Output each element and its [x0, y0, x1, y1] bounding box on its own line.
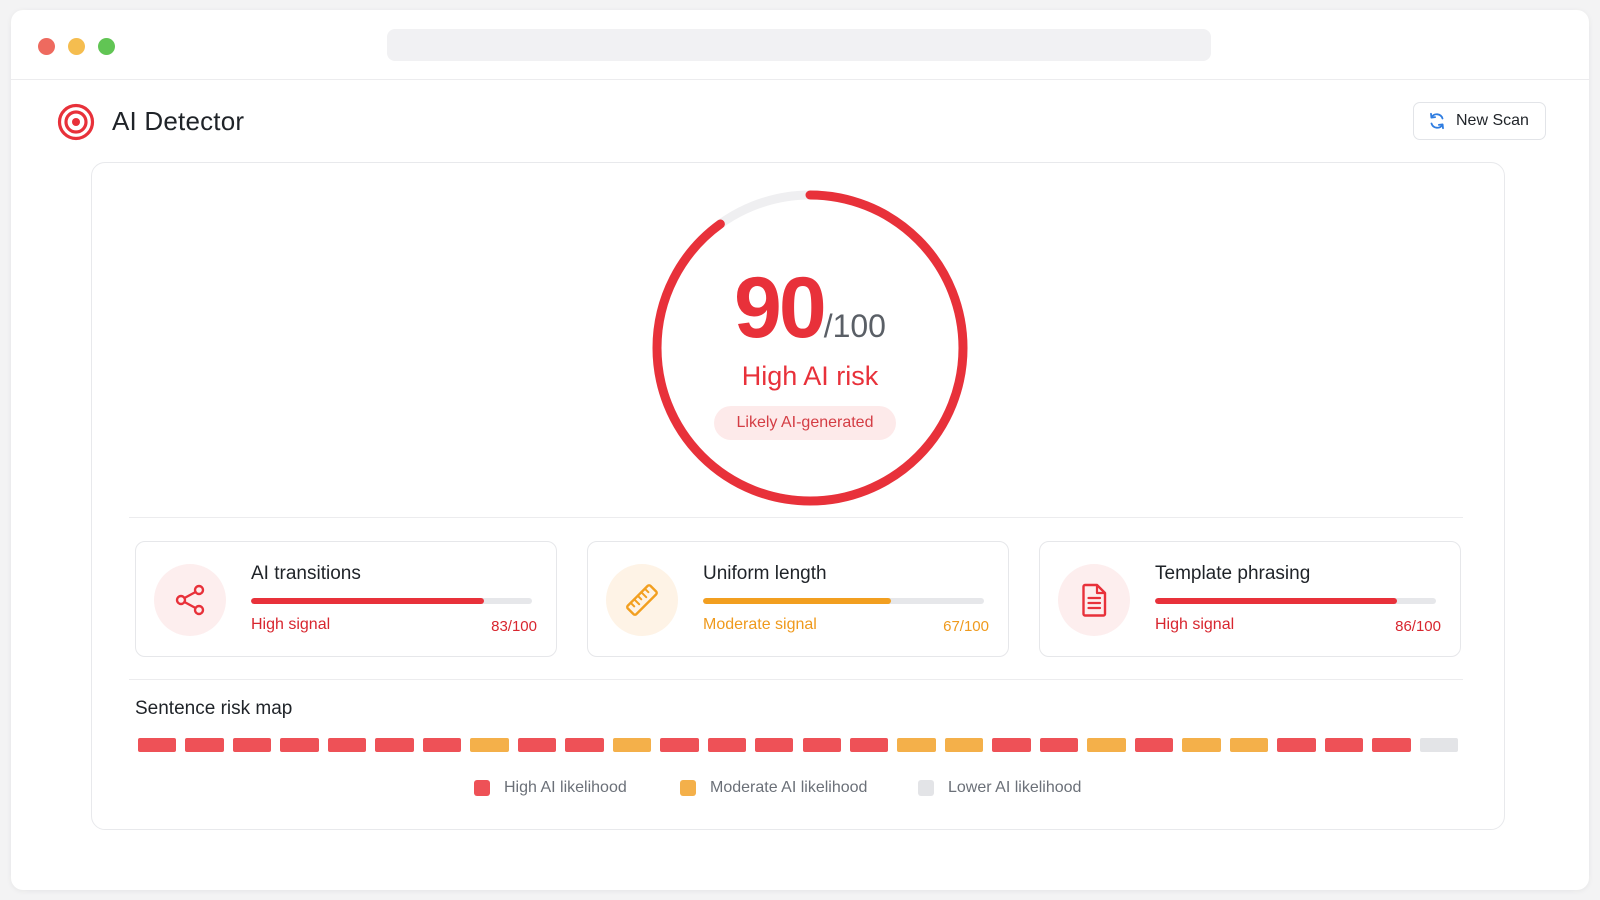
- close-window-button[interactable]: [38, 38, 55, 55]
- address-bar[interactable]: [387, 29, 1211, 61]
- metric-bar: [251, 598, 532, 604]
- legend-swatch: [918, 780, 934, 796]
- risk-segment-high[interactable]: [232, 738, 272, 752]
- new-scan-label: New Scan: [1456, 112, 1529, 129]
- metric-card-ai-transitions: AI transitions High signal 83/100: [135, 541, 557, 657]
- risk-segment-high[interactable]: [375, 738, 414, 752]
- risk-segment-high[interactable]: [849, 738, 889, 752]
- legend-label: High AI likelihood: [504, 779, 627, 796]
- risk-segment-moderate[interactable]: [897, 738, 936, 752]
- verdict-badge: Likely AI-generated: [714, 406, 896, 440]
- browser-window: AI Detector New Scan 90/100 High AI risk…: [11, 10, 1589, 890]
- document-icon: [1082, 583, 1107, 617]
- metric-score: 67/100: [943, 618, 989, 635]
- risk-segment-moderate[interactable]: [1087, 738, 1126, 752]
- title-bar: [11, 10, 1589, 80]
- score-gauge: 90/100 High AI risk Likely AI-generated: [645, 183, 975, 513]
- metric-bar-fill: [1155, 598, 1397, 604]
- sentence-risk-map: [138, 738, 1458, 752]
- risk-segment-high[interactable]: [422, 738, 462, 752]
- risk-segment-moderate[interactable]: [470, 738, 509, 752]
- risk-segment-high[interactable]: [802, 738, 841, 752]
- legend-item-lower: Lower AI likelihood: [918, 779, 1081, 797]
- risk-segment-high[interactable]: [1324, 738, 1364, 752]
- metric-signal: High signal: [251, 616, 331, 633]
- risk-segment-high[interactable]: [1372, 738, 1411, 752]
- maximize-window-button[interactable]: [98, 38, 115, 55]
- risk-segment-high[interactable]: [1039, 738, 1079, 752]
- metric-signal: High signal: [1155, 616, 1235, 633]
- app-title: AI Detector: [112, 106, 245, 136]
- legend-swatch: [680, 780, 696, 796]
- legend-item-high: High AI likelihood: [474, 779, 627, 797]
- risk-segment-high[interactable]: [138, 738, 177, 752]
- score-max: /100: [823, 308, 886, 344]
- metric-title: AI transitions: [251, 563, 361, 584]
- metric-card-template-phrasing: Template phrasing High signal 86/100: [1039, 541, 1461, 657]
- risk-segment-high[interactable]: [660, 738, 699, 752]
- risk-label: High AI risk: [741, 361, 879, 391]
- minimize-window-button[interactable]: [68, 38, 85, 55]
- risk-segment-moderate[interactable]: [612, 738, 652, 752]
- risk-segment-high[interactable]: [992, 738, 1031, 752]
- legend-label: Lower AI likelihood: [948, 779, 1082, 796]
- metric-signal: Moderate signal: [703, 616, 817, 633]
- metric-card-uniform-length: Uniform length Moderate signal 67/100: [587, 541, 1009, 657]
- metric-bar: [703, 598, 984, 604]
- score-value: 90: [734, 260, 827, 356]
- metric-bar: [1155, 598, 1436, 604]
- risk-segment-high[interactable]: [707, 738, 747, 752]
- metric-score: 86/100: [1395, 618, 1441, 635]
- risk-segment-lower[interactable]: [1419, 738, 1458, 752]
- legend-swatch: [474, 780, 490, 796]
- refresh-icon: [1430, 112, 1444, 130]
- divider: [129, 679, 1463, 680]
- share-icon: [175, 584, 205, 616]
- legend-label: Moderate AI likelihood: [710, 779, 868, 796]
- risk-segment-moderate[interactable]: [1229, 738, 1269, 752]
- metric-title: Template phrasing: [1155, 563, 1311, 584]
- ruler-icon: [626, 584, 658, 616]
- risk-segment-high[interactable]: [1277, 738, 1316, 752]
- risk-map-title: Sentence risk map: [135, 698, 293, 719]
- risk-segment-high[interactable]: [755, 738, 794, 752]
- risk-segment-high[interactable]: [1134, 738, 1174, 752]
- metric-title: Uniform length: [703, 563, 827, 584]
- risk-segment-moderate[interactable]: [1182, 738, 1221, 752]
- risk-map-legend: High AI likelihood Moderate AI likelihoo…: [92, 779, 1504, 801]
- risk-segment-high[interactable]: [517, 738, 557, 752]
- results-panel: 90/100 High AI risk Likely AI-generated …: [91, 162, 1505, 830]
- risk-segment-high[interactable]: [185, 738, 224, 752]
- target-logo-icon: [57, 103, 95, 141]
- metric-bar-fill: [703, 598, 892, 604]
- risk-segment-high[interactable]: [280, 738, 319, 752]
- score-display: 90/100: [645, 265, 975, 351]
- new-scan-button[interactable]: New Scan: [1413, 102, 1546, 140]
- metric-score: 83/100: [491, 618, 537, 635]
- divider: [129, 517, 1463, 518]
- legend-item-moderate: Moderate AI likelihood: [680, 779, 867, 797]
- metric-bar-fill: [251, 598, 485, 604]
- app-header: AI Detector New Scan: [11, 80, 1589, 164]
- risk-segment-moderate[interactable]: [944, 738, 984, 752]
- risk-segment-high[interactable]: [565, 738, 604, 752]
- risk-segment-high[interactable]: [327, 738, 367, 752]
